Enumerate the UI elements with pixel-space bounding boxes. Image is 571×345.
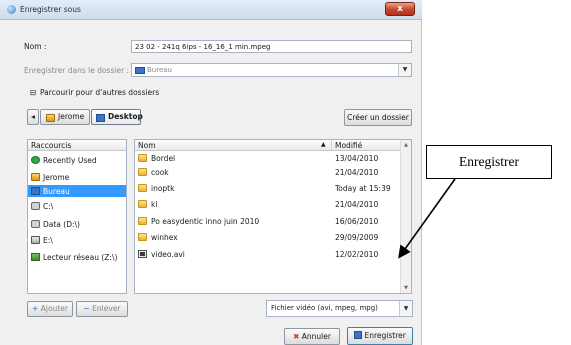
browse-other-folders-toggle[interactable]: Parcourir pour d'autres dossiers — [40, 88, 159, 97]
save-in-folder-select[interactable]: Bureau ▼ — [131, 63, 412, 77]
create-folder-button[interactable]: Créer un dossier — [344, 109, 412, 126]
path-button-jerome[interactable]: Jerome — [40, 109, 90, 125]
annotation-callout: Enregistrer — [426, 145, 552, 179]
close-button[interactable]: x — [385, 2, 415, 16]
chevron-down-icon: ▼ — [399, 301, 412, 316]
place-item-recently-used[interactable]: Recently Used — [28, 154, 126, 166]
desktop-icon — [96, 114, 105, 122]
file-row[interactable]: video.avi 12/02/2010 — [135, 248, 411, 260]
places-header: Raccourcis — [28, 140, 126, 151]
name-label: Nom : — [24, 42, 47, 51]
folder-icon — [138, 233, 147, 241]
path-button-desktop[interactable]: Desktop — [91, 109, 143, 125]
home-folder-icon — [31, 173, 40, 181]
desktop-icon — [135, 67, 145, 74]
minus-icon: − — [83, 304, 90, 313]
remove-place-button[interactable]: − Enlever — [76, 301, 128, 317]
save-as-dialog: Enregistrer sous x Nom : 23 02 - 241q 6i… — [0, 0, 422, 345]
place-item-e-drive[interactable]: E:\ — [28, 234, 126, 246]
folder-icon — [138, 200, 147, 208]
cancel-button[interactable]: ✖ Annuler — [284, 328, 340, 345]
window-title: Enregistrer sous — [20, 5, 81, 14]
place-item-jerome[interactable]: Jerome — [28, 171, 126, 183]
drive-icon — [31, 236, 40, 244]
drive-icon — [31, 202, 40, 210]
cancel-icon: ✖ — [293, 332, 300, 341]
sort-ascending-icon: ▲ — [321, 141, 326, 148]
file-row[interactable]: inoptk Today at 15:39 — [135, 182, 411, 194]
desktop-icon — [31, 187, 40, 195]
file-list-scrollbar[interactable]: ▲ ▼ — [400, 140, 411, 293]
save-icon — [354, 331, 363, 339]
folder-icon — [138, 168, 147, 176]
file-type-filter[interactable]: Fichier vidéo (avi, mpeg, mpg) ▼ — [266, 300, 413, 317]
folder-icon — [138, 217, 147, 225]
place-item-network-drive[interactable]: Lecteur réseau (Z:\) — [28, 251, 126, 263]
video-file-icon — [138, 250, 147, 258]
file-list-header: Nom ▲ Modifié — [135, 140, 411, 151]
chevron-down-icon: ▼ — [398, 64, 411, 76]
place-item-bureau[interactable]: Bureau — [28, 185, 126, 197]
file-row[interactable]: ki 21/04/2010 — [135, 198, 411, 210]
filename-input[interactable]: 23 02 - 241q 6ips - 16_16_1 min.mpeg — [131, 40, 412, 53]
save-button[interactable]: Enregistrer — [347, 327, 413, 345]
file-row[interactable]: Bordel 13/04/2010 — [135, 152, 411, 164]
places-sidebar: Raccourcis Recently Used Jerome Bureau C… — [27, 139, 127, 294]
browse-toggle-glyph[interactable]: ⊟ — [30, 88, 36, 97]
drive-icon — [31, 220, 40, 228]
file-row[interactable]: Po easydentic inno juin 2010 16/06/2010 — [135, 215, 411, 227]
recent-icon — [31, 156, 40, 164]
path-back-button[interactable]: ◂ — [27, 109, 39, 125]
app-icon — [7, 5, 16, 14]
scroll-up-icon[interactable]: ▲ — [401, 140, 411, 150]
title-bar: Enregistrer sous x — [0, 0, 422, 20]
plus-icon: + — [32, 304, 39, 313]
scroll-down-icon[interactable]: ▼ — [401, 283, 411, 293]
save-in-value: Bureau — [147, 66, 172, 74]
file-row[interactable]: cook 21/04/2010 — [135, 166, 411, 178]
file-row[interactable]: winhex 29/09/2009 — [135, 231, 411, 243]
add-place-button[interactable]: + Ajouter — [27, 301, 73, 317]
place-item-data-drive[interactable]: Data (D:\) — [28, 218, 126, 230]
file-list: Nom ▲ Modifié Bordel 13/04/2010 cook 21/… — [134, 139, 412, 294]
place-item-c-drive[interactable]: C:\ — [28, 200, 126, 212]
save-in-label: Enregistrer dans le dossier : — [24, 66, 130, 75]
folder-icon — [138, 184, 147, 192]
folder-icon — [138, 154, 147, 162]
column-modified[interactable]: Modifié — [335, 141, 362, 150]
column-name[interactable]: Nom — [138, 141, 156, 150]
chevron-left-icon: ◂ — [31, 112, 35, 121]
network-drive-icon — [31, 253, 40, 261]
home-folder-icon — [46, 114, 55, 122]
